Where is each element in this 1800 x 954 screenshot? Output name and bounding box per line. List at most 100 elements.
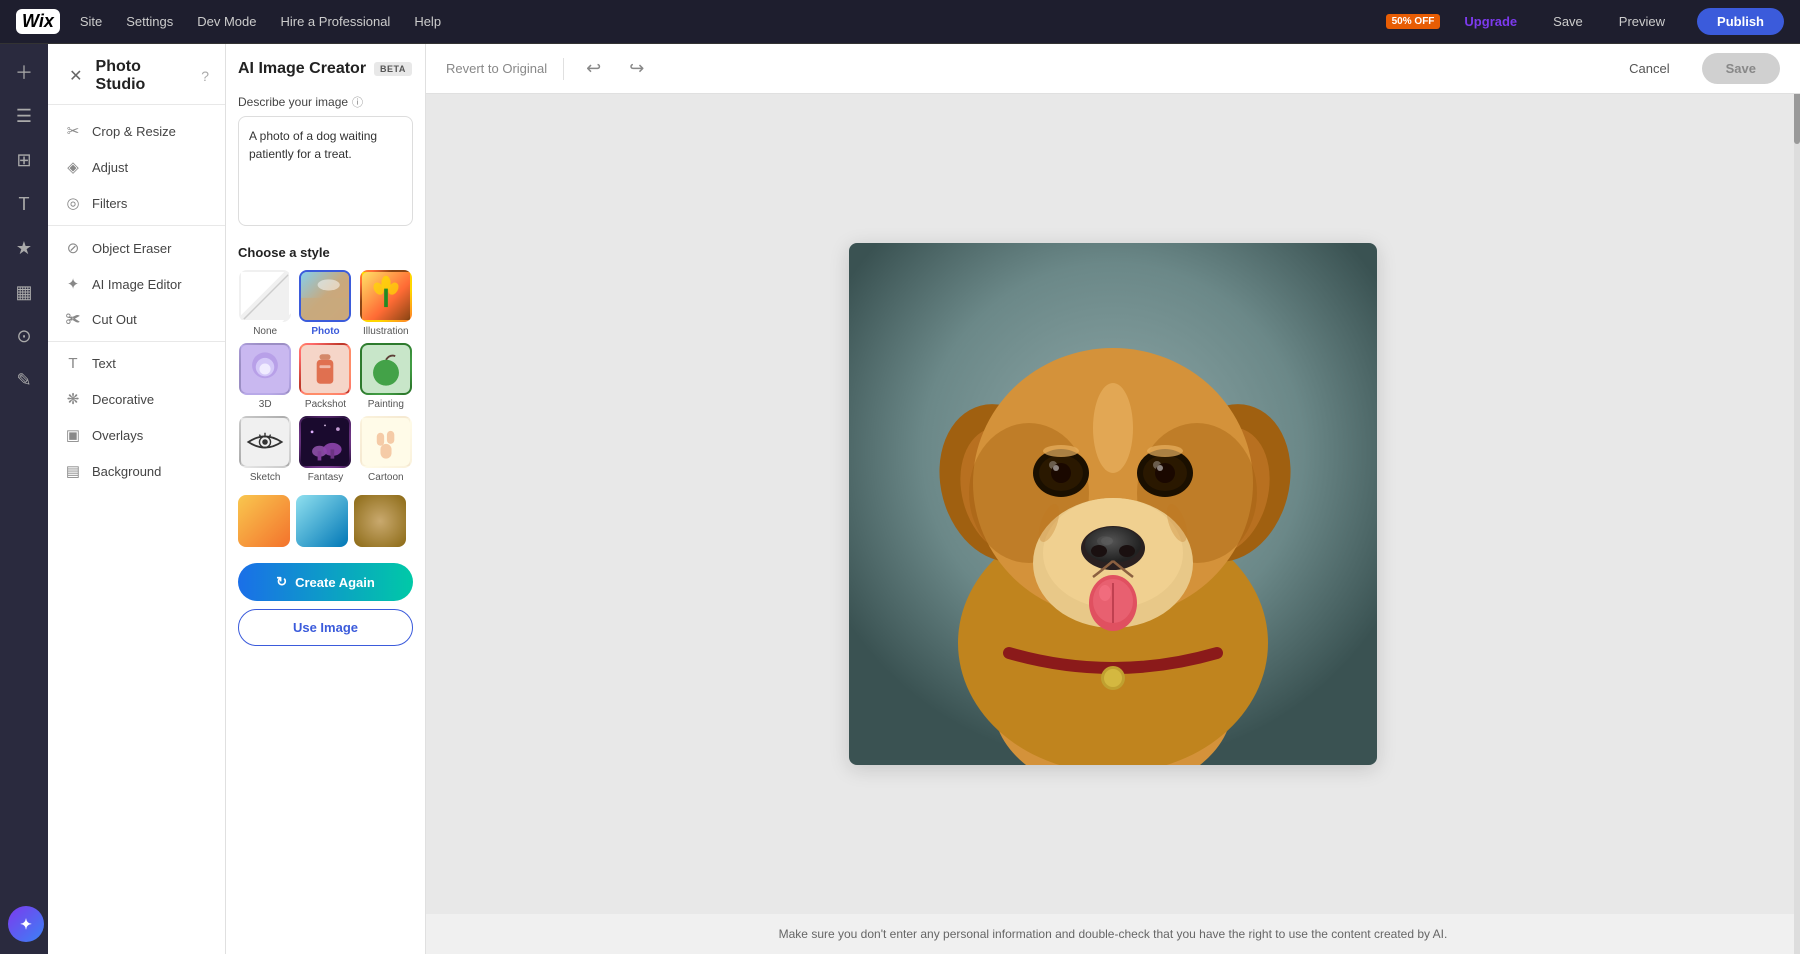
style-illustration-label: Illustration xyxy=(363,326,409,337)
ai-image-editor-icon: ✦ xyxy=(64,275,82,293)
filters-icon: ◎ xyxy=(64,194,82,212)
upgrade-button[interactable]: Upgrade xyxy=(1464,14,1517,29)
wix-logo: Wix xyxy=(16,9,60,34)
text-icon: T xyxy=(64,355,82,372)
publish-button[interactable]: Publish xyxy=(1697,8,1784,35)
menu-item-cut-out-label: Cut Out xyxy=(92,312,137,327)
menu-item-cut-out[interactable]: ✀ Cut Out xyxy=(48,302,225,337)
style-grid: None xyxy=(238,270,413,483)
object-eraser-icon: ⊘ xyxy=(64,239,82,257)
menu-item-background-label: Background xyxy=(92,464,161,479)
top-bar: Wix Site Settings Dev Mode Hire a Profes… xyxy=(0,0,1800,44)
describe-label: Describe your image ⓘ xyxy=(238,94,413,110)
crop-icon: ✂ xyxy=(64,122,82,140)
menu-item-overlays-label: Overlays xyxy=(92,428,143,443)
dog-image xyxy=(849,243,1377,765)
style-fantasy-label: Fantasy xyxy=(308,472,344,483)
decorative-icon: ❋ xyxy=(64,390,82,408)
overlays-icon: ▣ xyxy=(64,426,82,444)
style-none-label: None xyxy=(253,326,277,337)
photo-studio-header: ✕ Photo Studio ? xyxy=(48,44,225,105)
menu-item-decorative[interactable]: ❋ Decorative xyxy=(48,381,225,417)
use-image-button[interactable]: Use Image xyxy=(238,609,413,646)
style-illustration-thumb xyxy=(360,270,412,322)
style-3d-thumb xyxy=(239,343,291,395)
revert-button[interactable]: Revert to Original xyxy=(446,61,547,76)
dog-image-container xyxy=(849,243,1377,765)
nav-settings[interactable]: Settings xyxy=(126,14,173,29)
style-cartoon-label: Cartoon xyxy=(368,472,404,483)
style-illustration[interactable]: Illustration xyxy=(359,270,413,337)
right-scrollbar[interactable] xyxy=(1794,44,1800,954)
redo-button[interactable]: ↪ xyxy=(623,54,650,83)
style-photo[interactable]: Photo xyxy=(298,270,352,337)
ai-image-creator-panel: AI Image Creator BETA Describe your imag… xyxy=(226,44,426,954)
nav-devmode[interactable]: Dev Mode xyxy=(197,14,256,29)
nav-hire[interactable]: Hire a Professional xyxy=(280,14,390,29)
left-outer-sidebar: ＋ ☰ ⊞ T ★ ▦ ⊙ ✎ xyxy=(0,44,48,954)
sidebar-icon-elements[interactable]: ★ xyxy=(4,228,44,268)
style-sketch[interactable]: Sketch xyxy=(238,416,292,483)
save-top-button[interactable]: Save xyxy=(1553,14,1583,29)
menu-item-background[interactable]: ▤ Background xyxy=(48,453,225,489)
top-nav: Site Settings Dev Mode Hire a Profession… xyxy=(80,14,441,29)
style-none-thumb xyxy=(239,270,291,322)
photo-studio-panel: ✕ Photo Studio ? ✂ Crop & Resize ◈ Adjus… xyxy=(48,44,226,954)
sidebar-icon-app[interactable]: ⊙ xyxy=(4,316,44,356)
photo-toolbar: Revert to Original ↩ ↪ Cancel Save xyxy=(426,44,1800,94)
style-extra-2[interactable] xyxy=(296,495,348,547)
menu-item-object-eraser[interactable]: ⊘ Object Eraser xyxy=(48,230,225,266)
menu-item-text[interactable]: T Text xyxy=(48,346,225,381)
upgrade-badge: 50% OFF xyxy=(1386,14,1441,29)
preview-button[interactable]: Preview xyxy=(1619,14,1665,29)
nav-site[interactable]: Site xyxy=(80,14,102,29)
style-none[interactable]: None xyxy=(238,270,292,337)
style-fantasy-thumb xyxy=(299,416,351,468)
describe-textarea[interactable]: A photo of a dog waiting patiently for a… xyxy=(238,116,413,226)
menu-item-text-label: Text xyxy=(92,356,116,371)
sidebar-icon-grid[interactable]: ⊞ xyxy=(4,140,44,180)
image-canvas xyxy=(426,94,1800,914)
sidebar-icon-add[interactable]: ＋ xyxy=(4,52,44,92)
photo-studio-title: Photo Studio xyxy=(96,58,194,94)
disclaimer-text: Make sure you don't enter any personal i… xyxy=(779,927,1448,941)
menu-item-crop[interactable]: ✂ Crop & Resize xyxy=(48,113,225,149)
menu-divider-1 xyxy=(48,225,225,226)
background-icon: ▤ xyxy=(64,462,82,480)
style-extra-1[interactable] xyxy=(238,495,290,547)
cancel-button[interactable]: Cancel xyxy=(1613,53,1685,84)
menu-item-adjust[interactable]: ◈ Adjust xyxy=(48,149,225,185)
menu-divider-2 xyxy=(48,341,225,342)
close-button[interactable]: ✕ xyxy=(64,64,88,88)
menu-item-adjust-label: Adjust xyxy=(92,160,128,175)
style-fantasy[interactable]: Fantasy xyxy=(298,416,352,483)
style-packshot-label: Packshot xyxy=(305,399,346,410)
style-cartoon[interactable]: Cartoon xyxy=(359,416,413,483)
style-painting[interactable]: Painting xyxy=(359,343,413,410)
menu-item-filters-label: Filters xyxy=(92,196,127,211)
main-area: Revert to Original ↩ ↪ Cancel Save xyxy=(426,44,1800,954)
panel-menu: ✂ Crop & Resize ◈ Adjust ◎ Filters ⊘ Obj… xyxy=(48,105,225,497)
sidebar-icon-pages[interactable]: ☰ xyxy=(4,96,44,136)
save-toolbar-button: Save xyxy=(1702,53,1780,84)
nav-help[interactable]: Help xyxy=(414,14,441,29)
wix-ai-button[interactable]: ✦ xyxy=(8,906,44,942)
menu-item-overlays[interactable]: ▣ Overlays xyxy=(48,417,225,453)
undo-button[interactable]: ↩ xyxy=(580,54,607,83)
adjust-icon: ◈ xyxy=(64,158,82,176)
style-3d[interactable]: 3D xyxy=(238,343,292,410)
menu-item-ai-image-editor[interactable]: ✦ AI Image Editor xyxy=(48,266,225,302)
toolbar-divider-1 xyxy=(563,58,564,80)
menu-item-filters[interactable]: ◎ Filters xyxy=(48,185,225,221)
style-photo-label: Photo xyxy=(311,326,339,337)
style-packshot[interactable]: Packshot xyxy=(298,343,352,410)
sidebar-icon-text[interactable]: T xyxy=(4,184,44,224)
style-extra-3[interactable] xyxy=(354,495,406,547)
info-icon[interactable]: ⓘ xyxy=(352,94,363,110)
create-again-button[interactable]: ↻ Create Again xyxy=(238,563,413,601)
style-sketch-label: Sketch xyxy=(250,472,281,483)
sidebar-icon-blog[interactable]: ✎ xyxy=(4,360,44,400)
cut-out-icon: ✀ xyxy=(64,311,82,328)
sidebar-icon-media[interactable]: ▦ xyxy=(4,272,44,312)
help-icon[interactable]: ? xyxy=(201,68,209,84)
